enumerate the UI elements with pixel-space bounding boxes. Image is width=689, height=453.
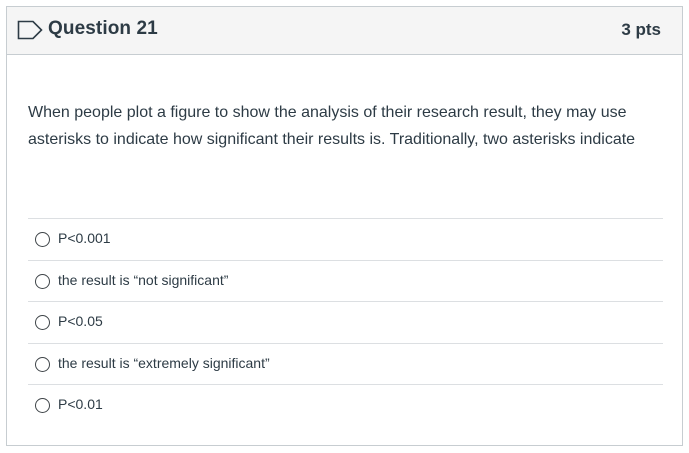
bookmark-icon[interactable]	[17, 20, 43, 40]
answer-label[interactable]: P<0.05	[58, 313, 103, 329]
radio-button[interactable]	[35, 273, 50, 289]
radio-button[interactable]	[35, 232, 50, 247]
question-title: Question 21	[48, 18, 158, 39]
answer-label[interactable]: P<0.01	[58, 396, 103, 412]
answer-option[interactable]: P<0.001	[28, 218, 663, 260]
question-header: Question 21 3 pts	[7, 7, 682, 55]
answer-option[interactable]: the result is “extremely significant”	[28, 342, 663, 385]
answer-option[interactable]: the result is “not significant”	[28, 259, 663, 302]
radio-button[interactable]	[35, 356, 50, 372]
answer-label[interactable]: the result is “not significant”	[58, 272, 228, 288]
question-points: 3 pts	[621, 20, 661, 39]
radio-button[interactable]	[35, 315, 50, 330]
answer-list: P<0.001 the result is “not significant” …	[28, 218, 663, 426]
answer-option[interactable]: P<0.01	[28, 384, 663, 426]
answer-label[interactable]: the result is “extremely significant”	[58, 355, 270, 371]
answer-label[interactable]: P<0.001	[58, 230, 111, 246]
question-text: When people plot a figure to show the an…	[28, 104, 636, 148]
question-card: Question 21 3 pts When people plot a fig…	[6, 6, 683, 446]
radio-button[interactable]	[35, 398, 50, 413]
answer-option[interactable]: P<0.05	[28, 301, 663, 343]
